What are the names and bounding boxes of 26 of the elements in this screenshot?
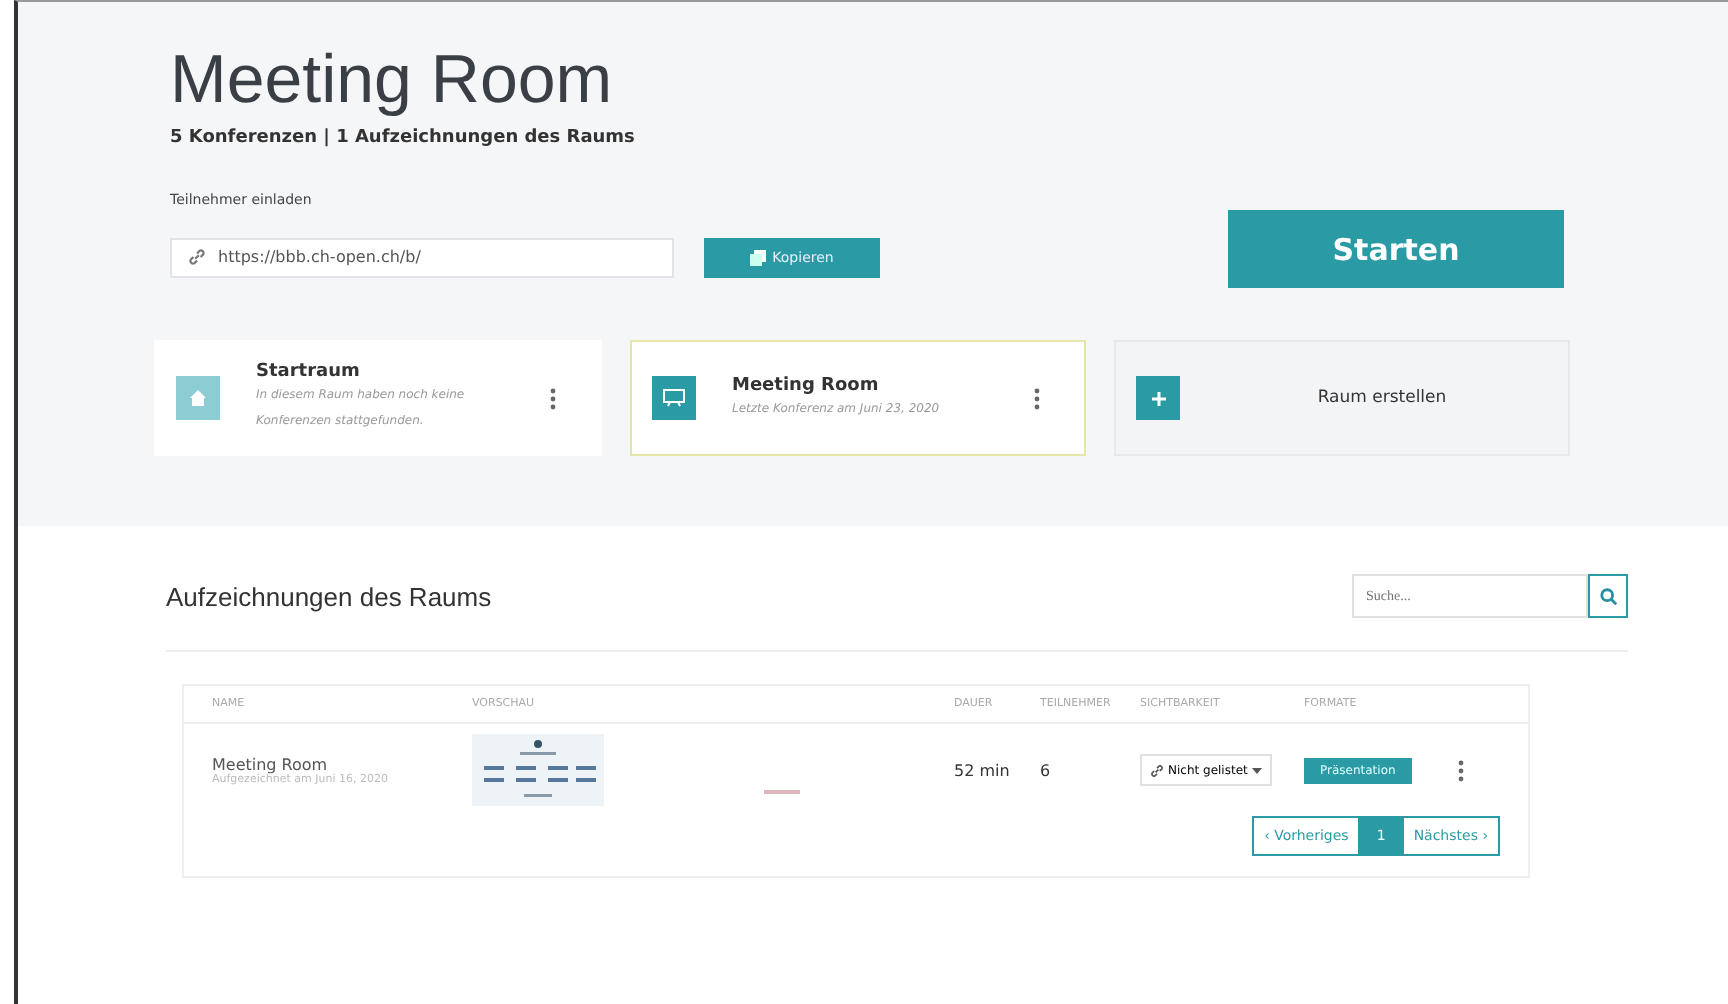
link-icon xyxy=(188,248,206,266)
caret-icon xyxy=(1251,767,1262,773)
room-title: Meeting Room xyxy=(170,42,615,120)
progress-line xyxy=(764,790,800,794)
recordings-title: Aufzeichnungen des Raums xyxy=(166,581,492,611)
room-name: Meeting Room xyxy=(732,375,881,395)
slide-thumbnail xyxy=(472,734,604,806)
invite-url-field[interactable]: https://bbb.ch-open.ch/b/ xyxy=(170,237,674,277)
search-icon xyxy=(1599,587,1617,605)
home-icon xyxy=(176,376,220,420)
copy-icon xyxy=(750,249,767,265)
more-icon[interactable] xyxy=(1034,387,1040,409)
plus-icon xyxy=(1136,376,1180,420)
participants-cell-text: 6 xyxy=(1040,761,1053,779)
link-icon xyxy=(1150,763,1164,777)
search-button[interactable] xyxy=(1588,574,1628,618)
room-name: Raum erstellen xyxy=(1315,388,1449,408)
recording-name: Meeting Room xyxy=(212,755,330,773)
room-card[interactable]: Raum erstellen xyxy=(1114,340,1570,456)
presentation-icon xyxy=(652,376,696,420)
more-icon[interactable] xyxy=(550,387,556,409)
room-stats: 5 Konferenzen | 1 Aufzeichnungen des Raums xyxy=(170,128,637,148)
start-button[interactable]: Starten xyxy=(1228,210,1564,288)
room-name: Startraum xyxy=(256,362,362,382)
more-icon[interactable] xyxy=(1458,759,1464,781)
duration-cell-text: 52 min xyxy=(954,761,1012,779)
